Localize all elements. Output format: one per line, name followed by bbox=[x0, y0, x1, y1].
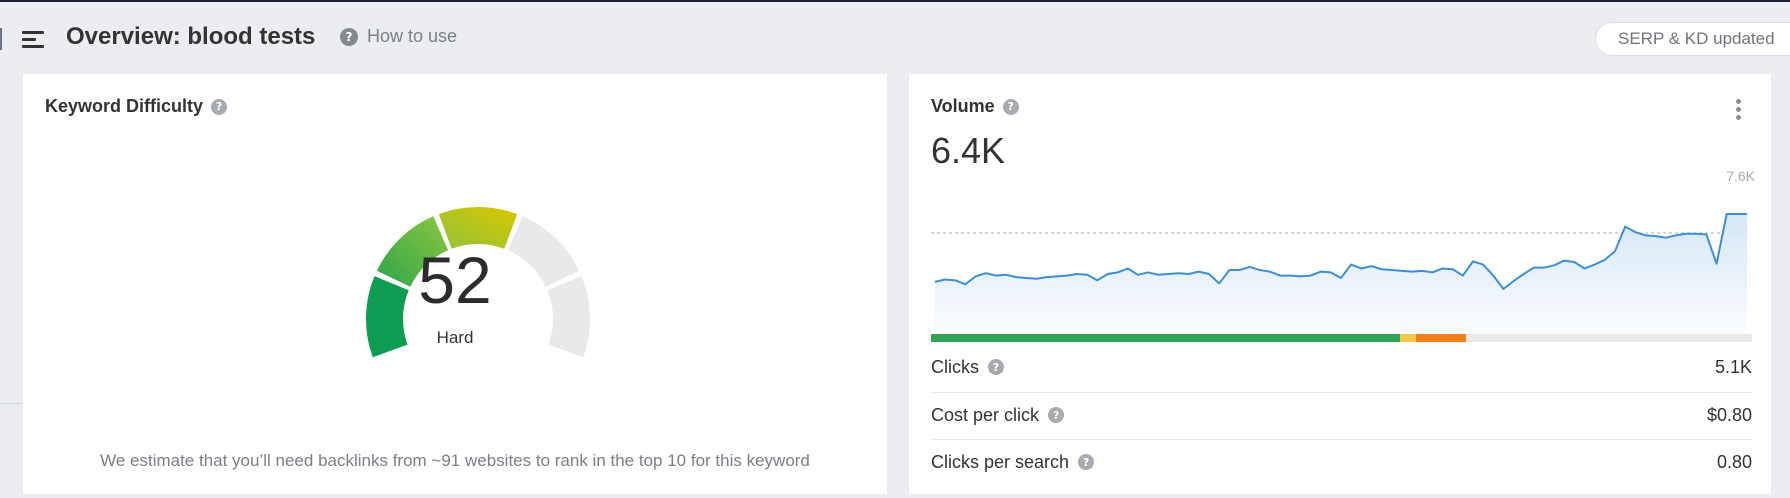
volume-card: Volume ? 6.4K 7.6K Clicks? 5.1K Cost per… bbox=[909, 74, 1771, 494]
metric-row-cpc: Cost per click? $0.80 bbox=[931, 392, 1752, 438]
serp-status-pill[interactable]: SERP & KD updated bbox=[1595, 22, 1790, 56]
clicks-distribution-bar bbox=[931, 334, 1752, 342]
how-to-use-link[interactable]: ? How to use bbox=[340, 26, 457, 47]
distribution-segment bbox=[1416, 334, 1467, 342]
top-border bbox=[0, 0, 1790, 2]
left-edge-divider bbox=[0, 403, 22, 404]
kd-backlinks-estimate: We estimate that you’ll need backlinks f… bbox=[100, 451, 810, 470]
clicks-help-icon[interactable]: ? bbox=[988, 359, 1004, 375]
page-title: Overview: blood tests bbox=[66, 23, 316, 50]
volume-area bbox=[935, 214, 1747, 334]
metric-row-clicks-per-search: Clicks per search? 0.80 bbox=[931, 439, 1752, 485]
kd-difficulty-label: Hard bbox=[436, 328, 474, 347]
chart-y-max-label: 7.6K bbox=[1726, 168, 1755, 184]
clicks-per-search-label: Clicks per search bbox=[931, 451, 1070, 472]
page-header: Overview: blood tests ? How to use SERP … bbox=[0, 14, 1790, 62]
volume-title-label: Volume bbox=[931, 96, 995, 116]
how-to-use-label: How to use bbox=[367, 26, 458, 46]
volume-value: 6.4K bbox=[931, 130, 1006, 171]
distribution-segment bbox=[1466, 334, 1752, 342]
hamburger-menu-icon[interactable] bbox=[20, 28, 46, 50]
cpc-label: Cost per click bbox=[931, 404, 1040, 425]
clicks-label: Clicks bbox=[931, 356, 979, 377]
keyword-difficulty-card: Keyword Difficulty ? 52 Hard We estimate… bbox=[23, 74, 887, 494]
clicks-per-search-help-icon[interactable]: ? bbox=[1078, 454, 1095, 470]
distribution-segment bbox=[1399, 334, 1417, 342]
distribution-segment bbox=[931, 334, 1400, 342]
kd-title-label: Keyword Difficulty bbox=[45, 96, 204, 116]
volume-title: Volume ? bbox=[931, 96, 1019, 117]
cpc-help-icon[interactable]: ? bbox=[1048, 407, 1065, 423]
kd-title: Keyword Difficulty ? bbox=[45, 96, 228, 117]
clicks-per-search-value: 0.80 bbox=[1716, 451, 1752, 472]
volume-help-icon[interactable]: ? bbox=[1002, 98, 1019, 115]
metric-row-clicks: Clicks? 5.1K bbox=[931, 344, 1752, 390]
kd-score: 52 bbox=[418, 243, 492, 317]
kd-help-icon[interactable]: ? bbox=[211, 98, 228, 115]
cpc-value: $0.80 bbox=[1706, 404, 1752, 425]
clicks-value: 5.1K bbox=[1714, 356, 1752, 377]
help-icon: ? bbox=[340, 27, 358, 46]
more-options-icon[interactable] bbox=[1732, 98, 1744, 122]
